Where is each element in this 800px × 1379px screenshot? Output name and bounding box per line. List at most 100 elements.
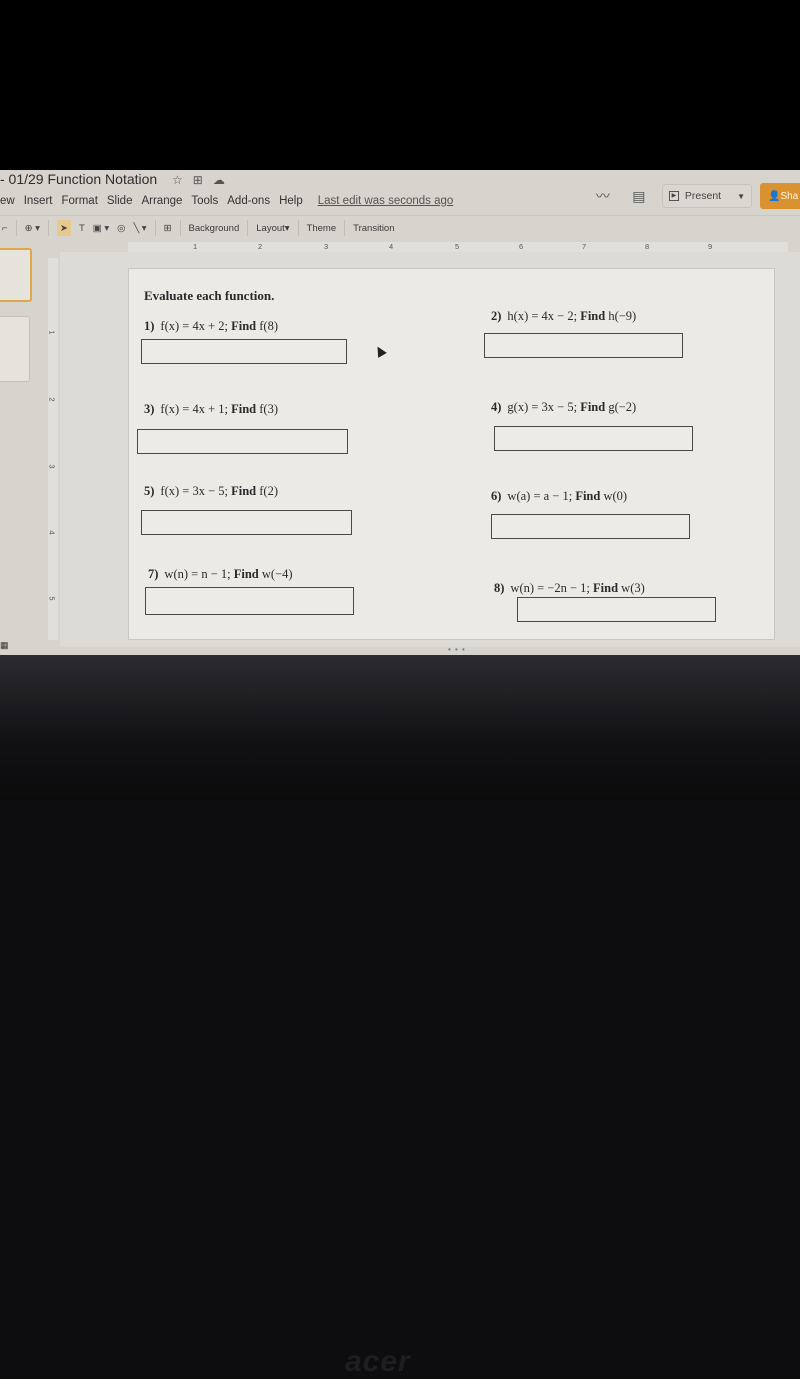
problem-2: 2) h(x) = 4x − 2; Find h(−9)	[491, 309, 636, 324]
theme-button[interactable]: Theme	[307, 223, 337, 234]
ruler-tick-label: 8	[645, 242, 650, 251]
menu-view[interactable]: ew	[0, 195, 15, 207]
menu-arrange[interactable]: Arrange	[141, 195, 182, 207]
star-icon[interactable]: ☆	[172, 173, 183, 187]
background-button[interactable]: Background	[189, 223, 240, 234]
add-comment-icon[interactable]: ⊞	[164, 223, 172, 234]
slide-thumbnail-current[interactable]	[0, 248, 32, 302]
trending-icon: 〰	[595, 188, 610, 204]
answer-box-1[interactable]	[141, 339, 347, 364]
answer-box-4[interactable]	[494, 426, 693, 451]
ruler-tick-label: 2	[47, 397, 57, 402]
problem-find: Find	[231, 319, 257, 333]
monitor-bezel-bottom: acer	[0, 655, 800, 1378]
problem-find: Find	[233, 567, 259, 581]
ruler-tick-label: 5	[455, 242, 460, 251]
slide-canvas[interactable]: Evaluate each function. 1) f(x) = 4x + 2;…	[128, 268, 775, 640]
problem-8: 8) w(n) = −2n − 1; Find w(3)	[494, 581, 645, 596]
share-button[interactable]: 👤 Sha	[760, 183, 800, 209]
ruler-tick-label: 2	[258, 242, 263, 251]
problem-1: 1) f(x) = 4x + 2; Find f(8)	[144, 319, 278, 334]
answer-box-7[interactable]	[145, 587, 354, 615]
problem-number: 4)	[491, 400, 502, 414]
google-slides-app: - 01/29 Function Notation ☆ ⊞ ☁ ew Inser…	[0, 170, 800, 655]
speaker-notes-resize-handle[interactable]: • • •	[448, 645, 466, 654]
toolbar-divider	[154, 220, 156, 236]
problem-number: 2)	[491, 309, 502, 323]
problem-number: 7)	[148, 567, 159, 581]
menu-help[interactable]: Help	[279, 195, 303, 207]
ruler-tick-label: 1	[193, 242, 198, 251]
problem-7: 7) w(n) = n − 1; Find w(−4)	[148, 567, 293, 582]
toolbar: ⌐ ⊕ ▾ ➤ T ▣ ▾ ◎ ╲ ▾ ⊞ Background Layout ▾…	[0, 215, 800, 240]
cloud-saved-icon[interactable]: ☁	[213, 173, 225, 187]
problem-target: f(3)	[259, 402, 278, 416]
menu-tools[interactable]: Tools	[191, 195, 218, 207]
problem-number: 6)	[491, 489, 502, 503]
image-insert-icon[interactable]: ▣ ▾	[93, 223, 109, 234]
shape-icon[interactable]: ◎	[117, 223, 125, 234]
problem-expression: w(a) = a − 1;	[507, 489, 573, 503]
activity-dashboard-button[interactable]: 〰	[590, 185, 616, 207]
share-label: Sha	[780, 190, 799, 202]
last-edit-link[interactable]: Last edit was seconds ago	[318, 195, 454, 207]
layout-label: Layout	[256, 222, 285, 234]
problem-expression: w(n) = −2n − 1;	[510, 581, 590, 595]
ruler-tick-label: 4	[47, 530, 57, 535]
line-icon[interactable]: ╲ ▾	[133, 223, 146, 234]
slide-filmstrip	[0, 244, 32, 644]
menu-insert[interactable]: Insert	[24, 195, 53, 207]
slide-thumbnail[interactable]	[0, 316, 30, 382]
text-box-icon[interactable]: T	[79, 223, 85, 234]
problem-find: Find	[231, 484, 257, 498]
present-dropdown-caret-icon[interactable]: ▼	[737, 192, 745, 201]
problem-3: 3) f(x) = 4x + 1; Find f(3)	[144, 402, 278, 417]
ruler-tick-label: 6	[519, 242, 524, 251]
move-to-folder-icon[interactable]: ⊞	[193, 173, 203, 187]
present-button[interactable]: ▶ Present ▼	[661, 184, 752, 208]
answer-box-5[interactable]	[141, 510, 352, 535]
problem-4: 4) g(x) = 3x − 5; Find g(−2)	[491, 400, 636, 415]
answer-box-2[interactable]	[484, 333, 683, 358]
horizontal-ruler: 1 2 3 4 5 6 7 8 9	[128, 242, 788, 252]
grid-view-icon[interactable]: ▦	[0, 640, 9, 651]
ruler-tick-label: 9	[708, 242, 713, 251]
problem-expression: g(x) = 3x − 5;	[507, 400, 578, 414]
problem-target: f(8)	[259, 319, 278, 333]
toolbar-divider	[247, 220, 249, 236]
zoom-icon[interactable]: ⊕ ▾	[25, 223, 40, 234]
menu-slide[interactable]: Slide	[107, 195, 133, 207]
layout-button[interactable]: Layout ▾	[256, 223, 289, 234]
answer-box-8[interactable]	[517, 597, 716, 622]
paint-format-icon[interactable]: ⌐	[2, 223, 8, 234]
problem-expression: h(x) = 4x − 2;	[507, 309, 578, 323]
ruler-tick-label: 3	[324, 242, 329, 251]
header-right-controls: 〰 ▤ ▶ Present ▼ 👤 Sha	[590, 182, 800, 210]
answer-box-6[interactable]	[491, 514, 690, 539]
toolbar-divider	[15, 220, 17, 236]
problem-target: w(−4)	[261, 567, 293, 581]
menu-add-ons[interactable]: Add-ons	[227, 195, 270, 207]
vertical-ruler: 1 2 3 4 5	[48, 258, 58, 640]
problem-target: g(−2)	[608, 400, 637, 414]
transition-button[interactable]: Transition	[353, 223, 394, 234]
toolbar-divider	[179, 220, 181, 236]
toolbar-divider	[297, 220, 299, 236]
document-title[interactable]: - 01/29 Function Notation	[0, 171, 157, 187]
worksheet-heading: Evaluate each function.	[144, 288, 275, 303]
ruler-tick-label: 1	[47, 330, 57, 335]
answer-box-3[interactable]	[137, 429, 348, 454]
problem-expression: f(x) = 3x − 5;	[160, 484, 228, 498]
problem-find: Find	[580, 309, 606, 323]
toolbar-divider	[47, 220, 49, 236]
comment-history-button[interactable]: ▤	[626, 185, 652, 207]
present-icon: ▶	[668, 191, 679, 201]
select-tool-icon[interactable]: ➤	[56, 220, 71, 236]
problem-find: Find	[575, 489, 601, 503]
problem-target: w(0)	[603, 489, 628, 503]
comment-icon: ▤	[632, 187, 646, 204]
ruler-tick-label: 4	[389, 242, 394, 251]
menu-bar: ew Insert Format Slide Arrange Tools Add…	[0, 192, 462, 210]
problem-expression: f(x) = 4x + 1;	[160, 402, 228, 416]
menu-format[interactable]: Format	[61, 195, 97, 207]
